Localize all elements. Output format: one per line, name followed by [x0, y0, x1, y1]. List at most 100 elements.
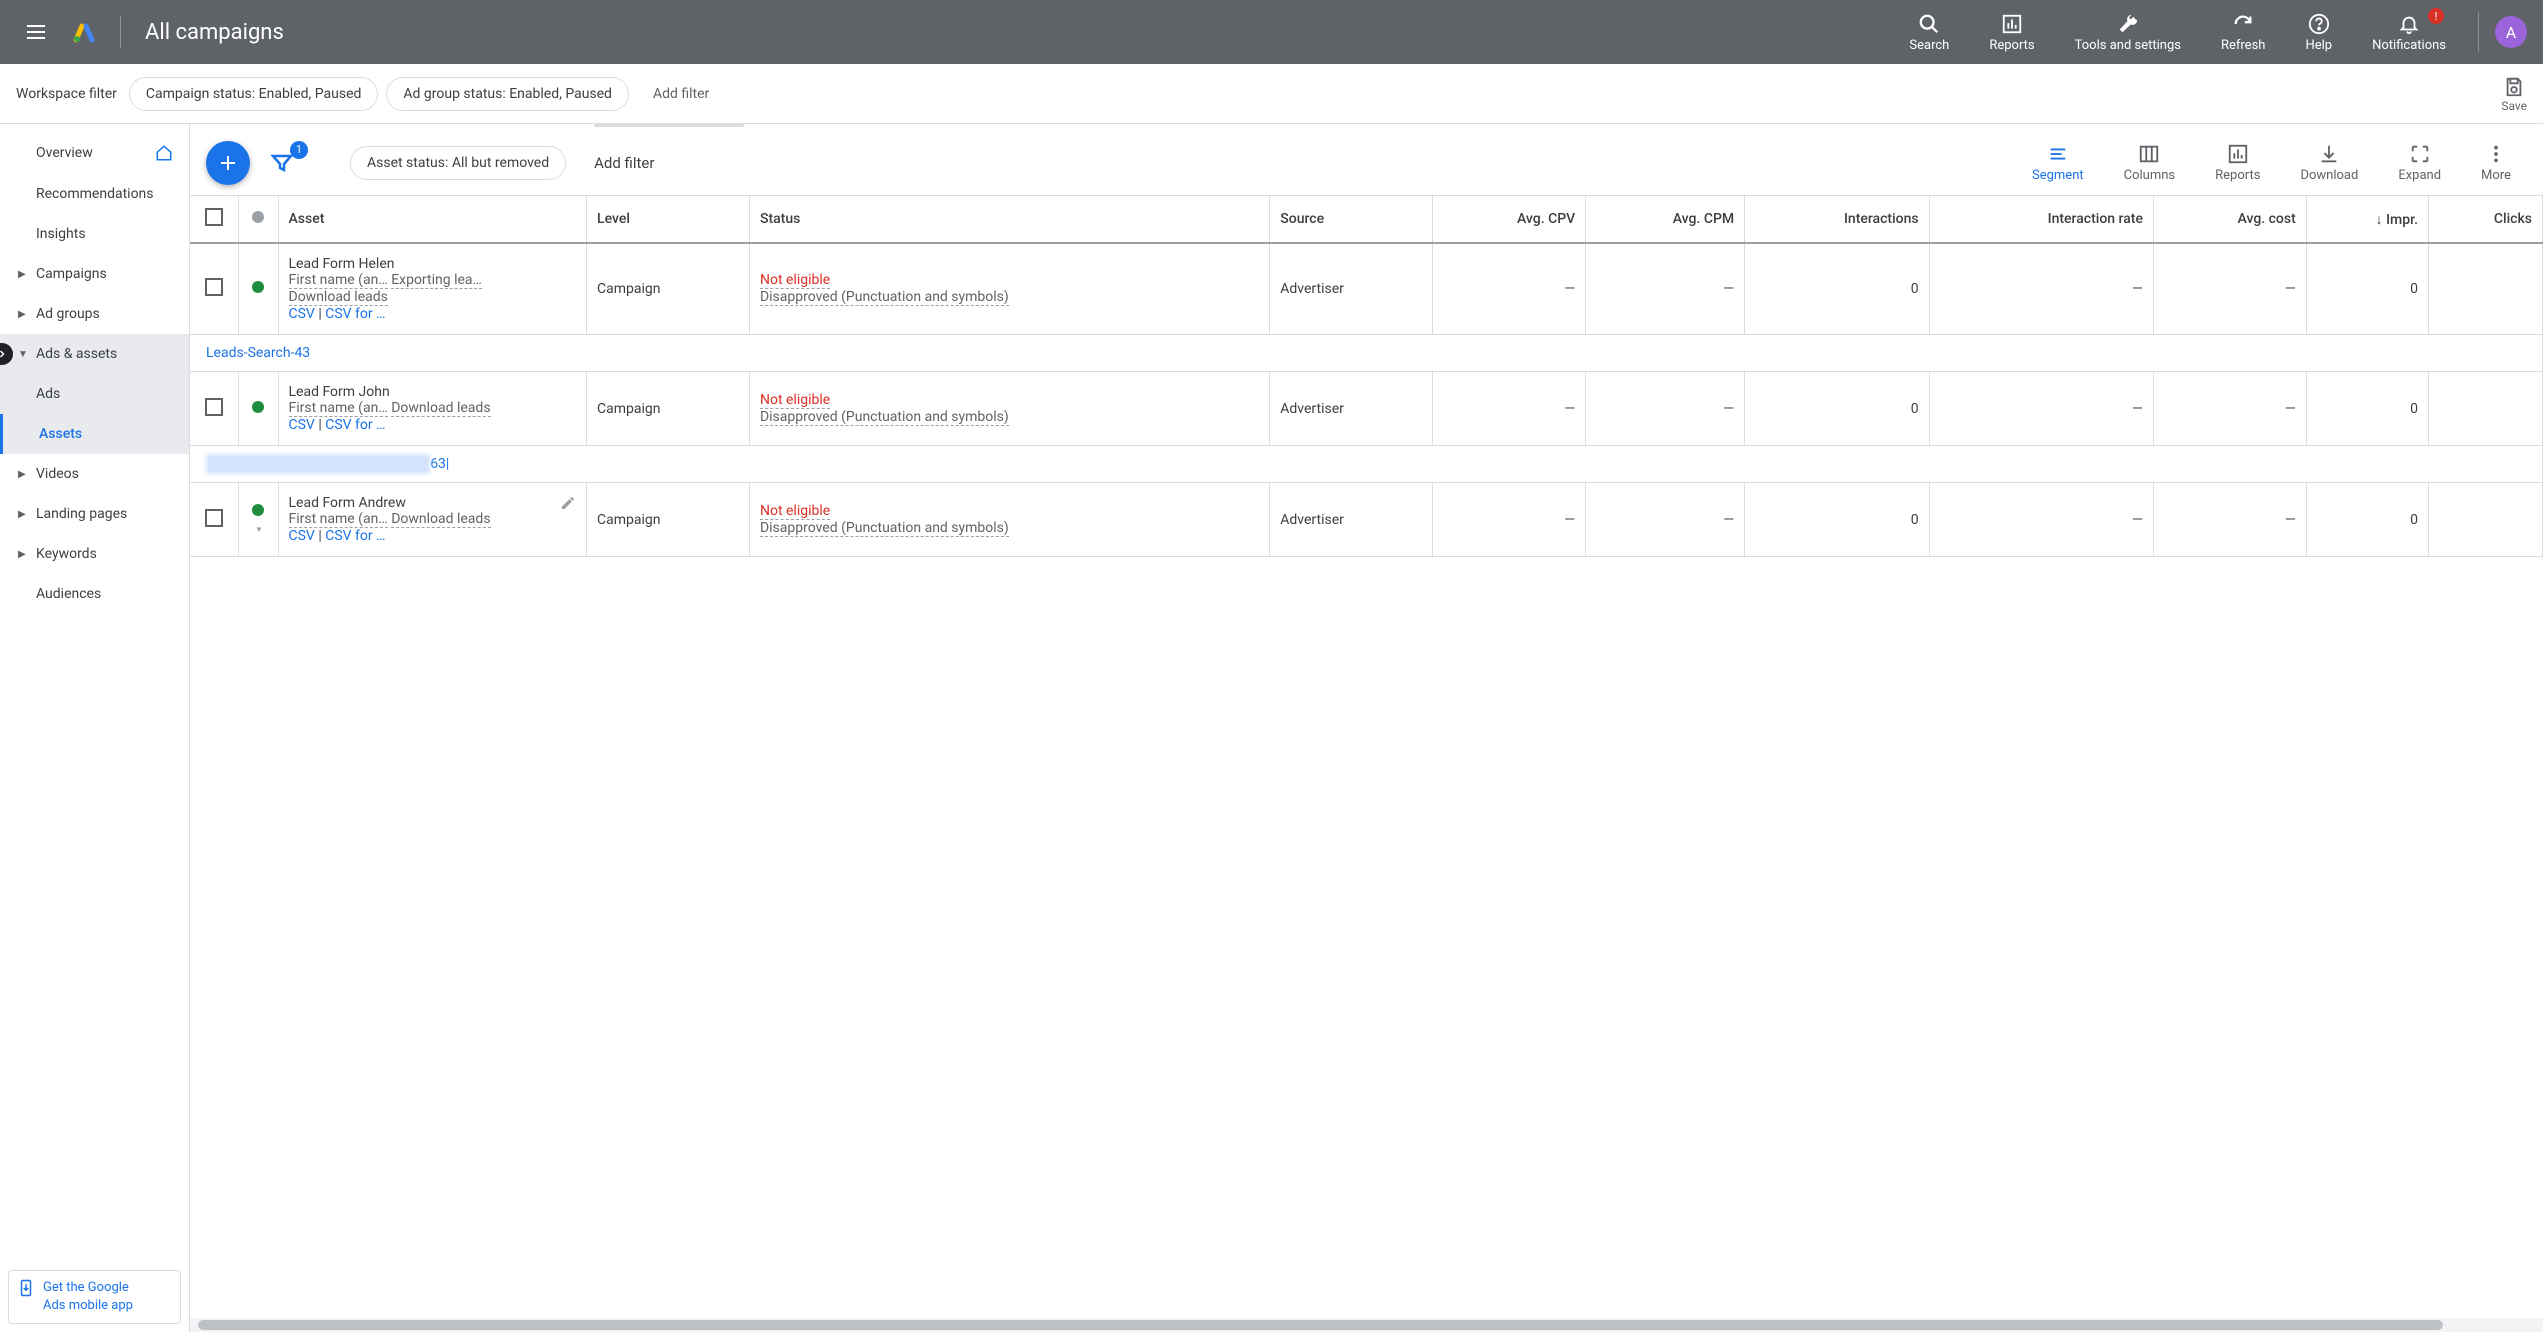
notification-badge: !: [2428, 8, 2444, 24]
level-cell: Campaign: [587, 483, 750, 557]
sidebar-item-adsassets[interactable]: ▼Ads & assets: [0, 334, 189, 374]
status-cell: Not eligible Disapproved (Punctuation an…: [749, 372, 1269, 446]
caret-icon: ▶: [18, 549, 26, 560]
clicks-cell: [2428, 243, 2542, 335]
sidebar-item-recommendations[interactable]: Recommendations: [0, 174, 189, 214]
col-status[interactable]: Status: [749, 196, 1269, 243]
refresh-icon: [2232, 10, 2254, 38]
expand-icon: [2409, 142, 2431, 166]
search-icon: [1918, 10, 1940, 38]
refresh-button[interactable]: Refresh: [2205, 6, 2281, 58]
download-button[interactable]: Download: [2284, 138, 2374, 187]
sidebar-item-insights[interactable]: Insights: [0, 214, 189, 254]
segment-icon: [2047, 142, 2069, 166]
sidebar-item-keywords[interactable]: ▶Keywords: [0, 534, 189, 574]
interactions-cell: 0: [1745, 483, 1929, 557]
horizontal-scrollbar-thumb[interactable]: [198, 1320, 2443, 1330]
asset-name: Lead Form John: [289, 384, 577, 400]
csv-link[interactable]: CSV: [289, 417, 315, 433]
col-source[interactable]: Source: [1270, 196, 1433, 243]
col-interactions[interactable]: Interactions: [1745, 196, 1929, 243]
reports-button[interactable]: Reports: [1973, 6, 2050, 58]
segment-button[interactable]: Segment: [2016, 138, 2100, 187]
header-status-dot[interactable]: [238, 196, 278, 243]
col-intrate[interactable]: Interaction rate: [1929, 196, 2153, 243]
more-button[interactable]: More: [2465, 138, 2527, 187]
asset-name: Lead Form Helen: [289, 256, 577, 272]
expand-button[interactable]: Expand: [2382, 138, 2457, 187]
asset-cell[interactable]: Lead Form John First name (an… Download …: [278, 372, 587, 446]
csv-for-link[interactable]: CSV for …: [325, 417, 385, 433]
sidebar-item-landing[interactable]: ▶Landing pages: [0, 494, 189, 534]
source-cell: Advertiser: [1270, 372, 1433, 446]
col-avgcpv[interactable]: Avg. CPV: [1433, 196, 1586, 243]
tools-button[interactable]: Tools and settings: [2059, 6, 2197, 58]
table-reports-button[interactable]: Reports: [2199, 138, 2276, 187]
sidebar-expand-handle[interactable]: [0, 343, 13, 365]
save-icon: [2503, 75, 2525, 99]
search-button[interactable]: Search: [1893, 6, 1965, 58]
status-dot-icon[interactable]: [252, 281, 264, 293]
status-cell: Not eligible Disapproved (Punctuation an…: [749, 483, 1269, 557]
campaign-link[interactable]: Leads-Search-43: [206, 345, 310, 361]
notifications-button[interactable]: ! Notifications: [2356, 6, 2462, 58]
row-checkbox[interactable]: [205, 398, 223, 416]
status-cell: Not eligible Disapproved (Punctuation an…: [749, 243, 1269, 335]
filter-chip-campaign-status[interactable]: Campaign status: Enabled, Paused: [129, 77, 379, 111]
menu-button[interactable]: [16, 12, 56, 52]
level-cell: Campaign: [587, 372, 750, 446]
asset-subtitle: First name (an…: [289, 400, 388, 417]
account-avatar[interactable]: A: [2495, 16, 2527, 48]
save-filter-button[interactable]: Save: [2501, 75, 2527, 113]
sidebar-item-ads[interactable]: Ads: [0, 374, 189, 414]
asset-cell[interactable]: Lead Form Helen First name (an… Exportin…: [278, 243, 587, 335]
clicks-cell: [2428, 372, 2542, 446]
sidebar-item-audiences[interactable]: Audiences: [0, 574, 189, 614]
impr-cell: 0: [2306, 483, 2428, 557]
campaign-link[interactable]: 63|: [430, 456, 449, 472]
col-level[interactable]: Level: [587, 196, 750, 243]
status-dot-icon[interactable]: [252, 504, 264, 516]
intrate-cell: —: [1929, 372, 2153, 446]
reports-icon: [2001, 10, 2023, 38]
sidebar-item-assets[interactable]: Assets: [0, 414, 189, 454]
sidebar-item-overview[interactable]: Overview: [0, 132, 189, 174]
columns-button[interactable]: Columns: [2108, 138, 2192, 187]
row-checkbox[interactable]: [205, 509, 223, 527]
col-asset[interactable]: Asset: [278, 196, 587, 243]
csv-for-link[interactable]: CSV for …: [325, 306, 385, 322]
col-impr[interactable]: ↓ Impr.: [2306, 196, 2428, 243]
source-cell: Advertiser: [1270, 483, 1433, 557]
sidebar-mobile-app-promo[interactable]: Get the GoogleAds mobile app: [8, 1270, 181, 1324]
status-dot-icon[interactable]: [252, 401, 264, 413]
more-icon: [2485, 142, 2507, 166]
edit-icon[interactable]: [560, 495, 576, 511]
horizontal-scrollbar-track[interactable]: [190, 1318, 2543, 1332]
asset-cell[interactable]: Lead Form Andrew First name (an… Downloa…: [278, 483, 587, 557]
filter-button[interactable]: 1: [262, 143, 302, 183]
level-cell: Campaign: [587, 243, 750, 335]
filter-chip-adgroup-status[interactable]: Ad group status: Enabled, Paused: [386, 77, 629, 111]
caret-down-icon[interactable]: ▼: [255, 525, 263, 534]
google-ads-logo-icon: [72, 20, 96, 44]
help-button[interactable]: Help: [2289, 6, 2348, 58]
add-table-filter[interactable]: Add filter: [578, 146, 670, 180]
sidebar-item-adgroups[interactable]: ▶Ad groups: [0, 294, 189, 334]
segment-group-row: Leads-Search-43: [190, 335, 2543, 372]
csv-for-link[interactable]: CSV for …: [325, 528, 385, 544]
col-avgcpm[interactable]: Avg. CPM: [1586, 196, 1745, 243]
csv-link[interactable]: CSV: [289, 528, 315, 544]
download-icon: [2318, 142, 2340, 166]
sidebar-item-videos[interactable]: ▶Videos: [0, 454, 189, 494]
caret-icon: ▶: [18, 309, 26, 320]
filter-chip-asset-status[interactable]: Asset status: All but removed: [350, 146, 566, 180]
sidebar-item-campaigns[interactable]: ▶Campaigns: [0, 254, 189, 294]
col-avgcost[interactable]: Avg. cost: [2153, 196, 2306, 243]
add-workspace-filter[interactable]: Add filter: [637, 78, 725, 110]
csv-link[interactable]: CSV: [289, 306, 315, 322]
header-checkbox[interactable]: [190, 196, 238, 243]
asset-subtitle: Exporting lea…: [391, 272, 482, 289]
row-checkbox[interactable]: [205, 278, 223, 296]
col-clicks[interactable]: Clicks: [2428, 196, 2542, 243]
add-asset-button[interactable]: [206, 141, 250, 185]
